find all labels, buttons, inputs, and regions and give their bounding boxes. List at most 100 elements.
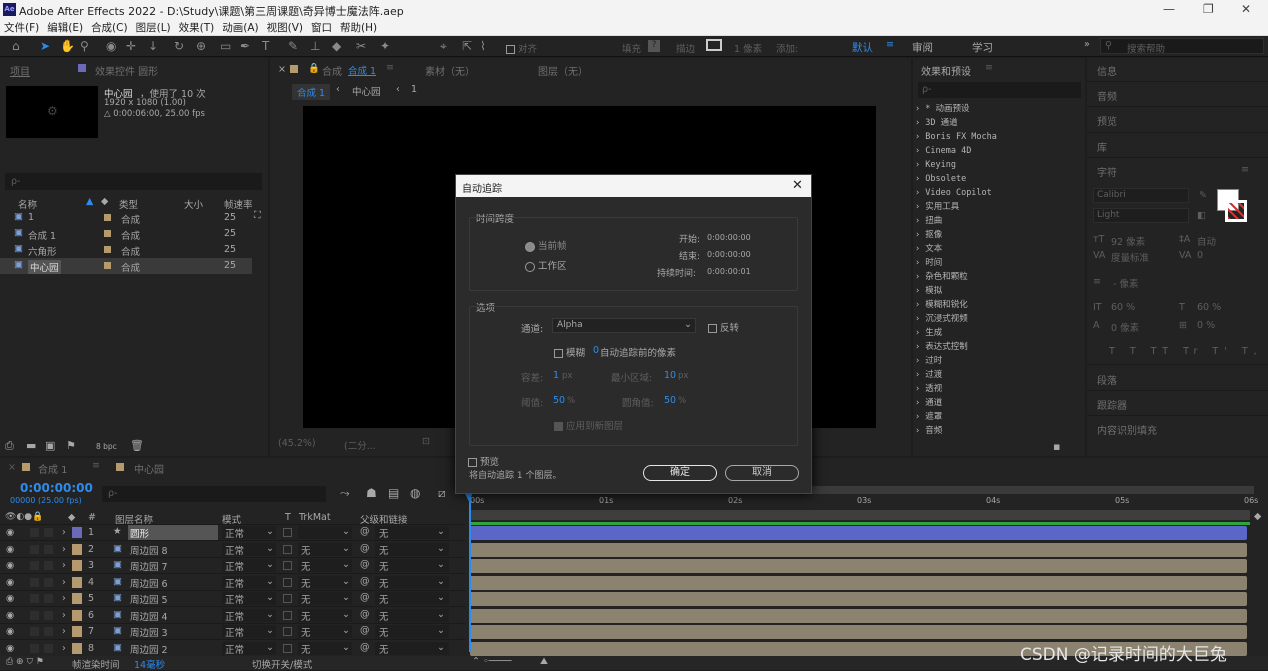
font-family-select[interactable]: Calibri — [1093, 188, 1189, 203]
list-item[interactable]: ▣ 1 合成 25 ⛶ — [0, 210, 268, 226]
current-timecode[interactable]: 0:00:00:00 — [20, 481, 93, 495]
effect-category[interactable]: › 过渡 — [915, 368, 1085, 382]
breadcrumb-center[interactable]: 中心园 — [352, 84, 381, 98]
toggle-switches-modes[interactable]: 切换开关/模式 — [252, 657, 312, 671]
effect-category[interactable]: › 通道 — [915, 396, 1085, 410]
blur-value[interactable]: 0 — [593, 345, 599, 356]
blur-checkbox[interactable]: 模糊 — [554, 345, 585, 359]
layer-duration-bar[interactable] — [470, 542, 1247, 557]
stroke-swatch[interactable] — [706, 39, 722, 51]
text-style-buttons[interactable]: T T TT Tr T' T, — [1109, 346, 1263, 357]
effect-category[interactable]: › 沉浸式视频 — [915, 312, 1085, 326]
ok-button[interactable]: 确定 — [643, 465, 717, 481]
project-search-input[interactable]: ρ- — [5, 173, 262, 190]
layer-duration-bar[interactable] — [470, 559, 1247, 573]
local-axis-icon[interactable]: ⌖ — [440, 39, 447, 54]
fit-icon[interactable]: ⊡ — [422, 436, 430, 447]
hand-tool-icon[interactable]: ✋ — [60, 39, 75, 53]
tab-timeline-center[interactable]: 中心园 — [134, 461, 164, 476]
panel-menu-icon[interactable]: ≡ — [1241, 164, 1249, 175]
maximize-icon[interactable]: ❐ — [1203, 2, 1214, 16]
panel-preview[interactable]: 预览 — [1097, 113, 1117, 128]
min-area-value[interactable]: 10 — [664, 370, 676, 381]
cancel-button[interactable]: 取消 — [725, 465, 799, 481]
menu-effect[interactable]: 效果(T) — [175, 19, 219, 36]
add-label[interactable]: 添加: — [776, 41, 798, 55]
menu-composition[interactable]: 合成(C) — [87, 19, 132, 36]
rotate-tool-icon[interactable]: ↻ — [174, 39, 184, 53]
color-swap-icon[interactable]: ◧ — [1197, 210, 1206, 221]
tab-effect-controls[interactable]: 效果控件 圆形 — [95, 63, 158, 78]
effects-search-input[interactable]: ρ- — [918, 82, 1081, 98]
font-size[interactable]: 92 像素 — [1111, 234, 1145, 248]
col-parent[interactable]: 父级和链接 — [360, 512, 408, 526]
panel-tracker[interactable]: 跟踪器 — [1097, 397, 1127, 412]
tab-project[interactable]: 项目 — [10, 63, 30, 78]
stroke-color-swatch[interactable] — [1225, 200, 1247, 222]
world-axis-icon[interactable]: ⇱ — [462, 39, 472, 53]
workspace-learn[interactable]: 学习 — [972, 40, 993, 55]
interpret-footage-icon[interactable]: ⎙ — [5, 439, 14, 453]
layer-duration-bar[interactable] — [470, 608, 1247, 623]
vertical-scale[interactable]: 60 % — [1111, 302, 1135, 313]
layer-duration-bar[interactable] — [470, 592, 1247, 606]
flowchart-icon[interactable]: ⛶ — [254, 210, 261, 221]
panel-info[interactable]: 信息 — [1097, 63, 1117, 78]
sort-asc-icon[interactable]: ▲ — [86, 196, 93, 207]
pen-tool-icon[interactable]: ✒ — [240, 39, 250, 53]
font-style-select[interactable]: Light — [1093, 208, 1189, 223]
panel-menu-icon[interactable]: ≡ — [92, 460, 100, 471]
resolution-select[interactable]: (二分... — [344, 438, 376, 452]
menu-layer[interactable]: 图层(L) — [132, 19, 175, 36]
graph-editor-icon[interactable]: ⧄ — [438, 486, 446, 501]
playhead[interactable] — [469, 492, 471, 652]
workspace-menu-icon[interactable]: ≡ — [886, 39, 894, 50]
tab-effects-presets[interactable]: 效果和预设 — [921, 63, 971, 78]
invert-checkbox[interactable]: 反转 — [708, 320, 739, 334]
menu-edit[interactable]: 编辑(E) — [43, 19, 87, 36]
col-size[interactable]: 大小 — [184, 197, 203, 211]
lock-icon[interactable]: 🔒 — [308, 63, 320, 74]
render-queue-icon[interactable]: ⚑ — [66, 439, 76, 452]
effect-category[interactable]: › Obsolete — [915, 172, 1085, 186]
effect-category[interactable]: › 3D 通道 — [915, 116, 1085, 130]
preview-checkbox[interactable]: 预览 — [468, 454, 499, 468]
comp-flow-icon[interactable]: ⤳ — [340, 486, 350, 501]
new-preset-icon[interactable]: ▪ — [1053, 440, 1060, 453]
minimize-icon[interactable]: — — [1163, 2, 1175, 16]
col-type[interactable]: 类型 — [119, 197, 138, 211]
zoom-tool-icon[interactable]: ⚲ — [80, 39, 89, 53]
effect-category[interactable]: › Boris FX Mocha — [915, 130, 1085, 144]
stroke-label[interactable]: 描边 — [676, 41, 695, 55]
tab-layer[interactable]: 图层（无） — [538, 63, 588, 78]
panel-paragraph[interactable]: 段落 — [1097, 372, 1117, 387]
effect-category[interactable]: › 时间 — [915, 256, 1085, 270]
radio-work-area[interactable]: 工作区 — [525, 258, 567, 272]
col-rate[interactable]: 帧速率 — [224, 197, 253, 211]
radio-current-frame[interactable]: 当前帧 — [525, 238, 567, 252]
workspace-review[interactable]: 审阅 — [912, 40, 933, 55]
layer-duration-bar[interactable] — [470, 526, 1247, 540]
puppet-tool-icon[interactable]: ✦ — [380, 39, 390, 53]
effect-category[interactable]: › 杂色和颗粒 — [915, 270, 1085, 284]
panel-menu-icon[interactable]: ≡ — [386, 62, 394, 73]
effect-category[interactable]: › 模拟 — [915, 284, 1085, 298]
bit-depth[interactable]: 8 bpc — [96, 442, 117, 451]
help-search-input[interactable]: ⚲ 搜索帮助 — [1100, 38, 1264, 55]
zoom-slider-icon[interactable]: ⌃ ◦──── — [472, 656, 511, 667]
close-icon[interactable]: ✕ — [1241, 2, 1251, 16]
effect-category[interactable]: › 实用工具 — [915, 200, 1085, 214]
eyedropper-icon[interactable]: ✎ — [1199, 190, 1207, 201]
apply-new-layer-checkbox[interactable]: 应用到新图层 — [554, 418, 623, 432]
effect-category[interactable]: › Keying — [915, 158, 1085, 172]
time-ruler[interactable]: 00s 01s 02s 03s 04s 05s 06s — [470, 494, 1258, 510]
layer-duration-bar[interactable] — [470, 625, 1247, 639]
eraser-tool-icon[interactable]: ◆ — [332, 39, 341, 53]
effect-category[interactable]: › 模糊和锐化 — [915, 298, 1085, 312]
effect-category[interactable]: › Cinema 4D — [915, 144, 1085, 158]
col-layer-name[interactable]: 图层名称 — [115, 512, 153, 526]
view-axis-icon[interactable]: ⌇ — [480, 39, 486, 53]
stroke-width[interactable]: 1 像素 — [734, 41, 762, 55]
timeline-search-input[interactable]: ρ- — [102, 486, 326, 502]
frame-blend-icon[interactable]: ▤ — [388, 486, 399, 500]
